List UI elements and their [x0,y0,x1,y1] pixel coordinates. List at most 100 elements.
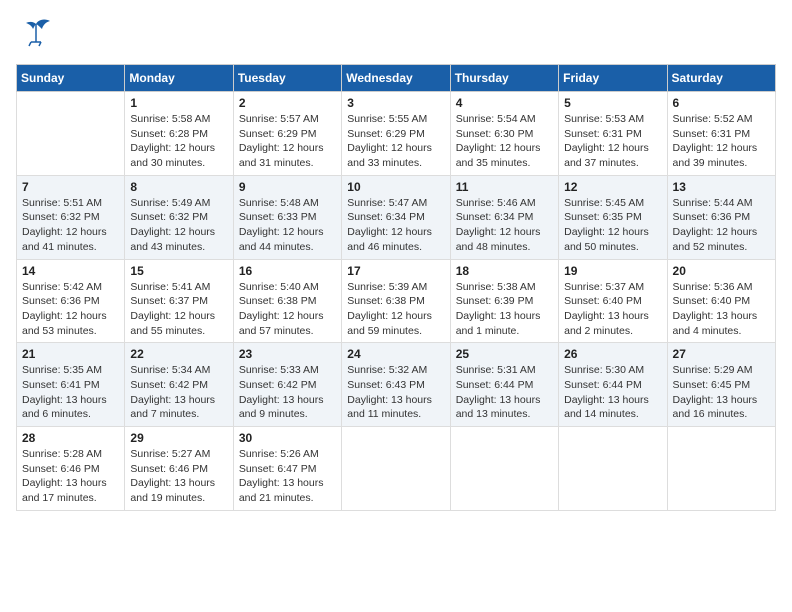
day-number: 19 [564,264,661,278]
day-number: 28 [22,431,119,445]
day-info: Sunrise: 5:37 AM Sunset: 6:40 PM Dayligh… [564,280,661,339]
day-info: Sunrise: 5:55 AM Sunset: 6:29 PM Dayligh… [347,112,444,171]
day-info: Sunrise: 5:31 AM Sunset: 6:44 PM Dayligh… [456,363,553,422]
calendar-cell: 29 Sunrise: 5:27 AM Sunset: 6:46 PM Dayli… [125,427,233,511]
calendar-cell: 18Sunrise: 5:38 AM Sunset: 6:39 PM Dayli… [450,259,558,343]
day-info: Sunrise: 5:35 AM Sunset: 6:41 PM Dayligh… [22,363,119,422]
day-of-week-header: Wednesday [342,65,450,92]
day-number: 18 [456,264,553,278]
calendar-cell: 27 Sunrise: 5:29 AM Sunset: 6:45 PM Dayli… [667,343,775,427]
calendar-cell [667,427,775,511]
day-number: 16 [239,264,336,278]
day-number: 1 [130,96,227,110]
calendar-cell: 10 Sunrise: 5:47 AM Sunset: 6:34 PM Dayli… [342,175,450,259]
calendar-cell: 28 Sunrise: 5:28 AM Sunset: 6:46 PM Dayli… [17,427,125,511]
calendar-week-row: 28 Sunrise: 5:28 AM Sunset: 6:46 PM Dayli… [17,427,776,511]
page-header [16,16,776,52]
calendar-cell: 7Sunrise: 5:51 AM Sunset: 6:32 PM Daylig… [17,175,125,259]
day-info: Sunrise: 5:42 AM Sunset: 6:36 PM Dayligh… [22,280,119,339]
day-of-week-header: Monday [125,65,233,92]
day-number: 13 [673,180,770,194]
calendar-week-row: 7Sunrise: 5:51 AM Sunset: 6:32 PM Daylig… [17,175,776,259]
day-of-week-header: Thursday [450,65,558,92]
day-info: Sunrise: 5:40 AM Sunset: 6:38 PM Dayligh… [239,280,336,339]
day-of-week-header: Friday [559,65,667,92]
day-number: 22 [130,347,227,361]
day-of-week-header: Sunday [17,65,125,92]
calendar-cell [17,92,125,176]
day-number: 20 [673,264,770,278]
calendar-cell [450,427,558,511]
day-info: Sunrise: 5:30 AM Sunset: 6:44 PM Dayligh… [564,363,661,422]
day-info: Sunrise: 5:58 AM Sunset: 6:28 PM Dayligh… [130,112,227,171]
day-number: 24 [347,347,444,361]
calendar-cell: 19 Sunrise: 5:37 AM Sunset: 6:40 PM Dayli… [559,259,667,343]
calendar-cell: 12 Sunrise: 5:45 AM Sunset: 6:35 PM Dayli… [559,175,667,259]
day-info: Sunrise: 5:44 AM Sunset: 6:36 PM Dayligh… [673,196,770,255]
day-info: Sunrise: 5:57 AM Sunset: 6:29 PM Dayligh… [239,112,336,171]
logo [16,16,58,52]
day-info: Sunrise: 5:32 AM Sunset: 6:43 PM Dayligh… [347,363,444,422]
day-info: Sunrise: 5:53 AM Sunset: 6:31 PM Dayligh… [564,112,661,171]
day-number: 4 [456,96,553,110]
day-number: 30 [239,431,336,445]
day-info: Sunrise: 5:54 AM Sunset: 6:30 PM Dayligh… [456,112,553,171]
day-info: Sunrise: 5:27 AM Sunset: 6:46 PM Dayligh… [130,447,227,506]
calendar-cell: 17Sunrise: 5:39 AM Sunset: 6:38 PM Dayli… [342,259,450,343]
calendar-cell: 26 Sunrise: 5:30 AM Sunset: 6:44 PM Dayli… [559,343,667,427]
calendar-cell: 23Sunrise: 5:33 AM Sunset: 6:42 PM Dayli… [233,343,341,427]
day-info: Sunrise: 5:41 AM Sunset: 6:37 PM Dayligh… [130,280,227,339]
day-number: 2 [239,96,336,110]
logo-icon [16,16,56,52]
day-info: Sunrise: 5:48 AM Sunset: 6:33 PM Dayligh… [239,196,336,255]
day-info: Sunrise: 5:49 AM Sunset: 6:32 PM Dayligh… [130,196,227,255]
day-number: 23 [239,347,336,361]
calendar-cell: 25 Sunrise: 5:31 AM Sunset: 6:44 PM Dayli… [450,343,558,427]
day-number: 7 [22,180,119,194]
calendar-cell: 2 Sunrise: 5:57 AM Sunset: 6:29 PM Daylig… [233,92,341,176]
calendar-week-row: 1 Sunrise: 5:58 AM Sunset: 6:28 PM Daylig… [17,92,776,176]
day-info: Sunrise: 5:39 AM Sunset: 6:38 PM Dayligh… [347,280,444,339]
day-info: Sunrise: 5:26 AM Sunset: 6:47 PM Dayligh… [239,447,336,506]
calendar-cell: 5 Sunrise: 5:53 AM Sunset: 6:31 PM Daylig… [559,92,667,176]
day-of-week-header: Tuesday [233,65,341,92]
day-number: 25 [456,347,553,361]
calendar-cell: 14 Sunrise: 5:42 AM Sunset: 6:36 PM Dayli… [17,259,125,343]
calendar-table: SundayMondayTuesdayWednesdayThursdayFrid… [16,64,776,511]
day-info: Sunrise: 5:45 AM Sunset: 6:35 PM Dayligh… [564,196,661,255]
day-info: Sunrise: 5:36 AM Sunset: 6:40 PM Dayligh… [673,280,770,339]
calendar-cell: 16 Sunrise: 5:40 AM Sunset: 6:38 PM Dayli… [233,259,341,343]
calendar-cell: 20 Sunrise: 5:36 AM Sunset: 6:40 PM Dayli… [667,259,775,343]
day-number: 29 [130,431,227,445]
calendar-header-row: SundayMondayTuesdayWednesdayThursdayFrid… [17,65,776,92]
calendar-cell: 24 Sunrise: 5:32 AM Sunset: 6:43 PM Dayli… [342,343,450,427]
day-info: Sunrise: 5:29 AM Sunset: 6:45 PM Dayligh… [673,363,770,422]
day-number: 27 [673,347,770,361]
day-of-week-header: Saturday [667,65,775,92]
calendar-cell: 3 Sunrise: 5:55 AM Sunset: 6:29 PM Daylig… [342,92,450,176]
calendar-cell: 21Sunrise: 5:35 AM Sunset: 6:41 PM Dayli… [17,343,125,427]
day-number: 3 [347,96,444,110]
day-number: 6 [673,96,770,110]
calendar-cell [342,427,450,511]
calendar-cell: 4 Sunrise: 5:54 AM Sunset: 6:30 PM Daylig… [450,92,558,176]
day-number: 26 [564,347,661,361]
day-info: Sunrise: 5:47 AM Sunset: 6:34 PM Dayligh… [347,196,444,255]
day-number: 12 [564,180,661,194]
day-number: 8 [130,180,227,194]
calendar-cell: 22 Sunrise: 5:34 AM Sunset: 6:42 PM Dayli… [125,343,233,427]
day-info: Sunrise: 5:28 AM Sunset: 6:46 PM Dayligh… [22,447,119,506]
calendar-cell [559,427,667,511]
day-number: 10 [347,180,444,194]
calendar-cell: 13 Sunrise: 5:44 AM Sunset: 6:36 PM Dayli… [667,175,775,259]
calendar-cell: 8 Sunrise: 5:49 AM Sunset: 6:32 PM Daylig… [125,175,233,259]
day-number: 11 [456,180,553,194]
day-number: 5 [564,96,661,110]
day-number: 14 [22,264,119,278]
day-info: Sunrise: 5:34 AM Sunset: 6:42 PM Dayligh… [130,363,227,422]
calendar-cell: 9Sunrise: 5:48 AM Sunset: 6:33 PM Daylig… [233,175,341,259]
day-info: Sunrise: 5:46 AM Sunset: 6:34 PM Dayligh… [456,196,553,255]
calendar-cell: 11 Sunrise: 5:46 AM Sunset: 6:34 PM Dayli… [450,175,558,259]
calendar-cell: 6Sunrise: 5:52 AM Sunset: 6:31 PM Daylig… [667,92,775,176]
calendar-week-row: 14 Sunrise: 5:42 AM Sunset: 6:36 PM Dayli… [17,259,776,343]
